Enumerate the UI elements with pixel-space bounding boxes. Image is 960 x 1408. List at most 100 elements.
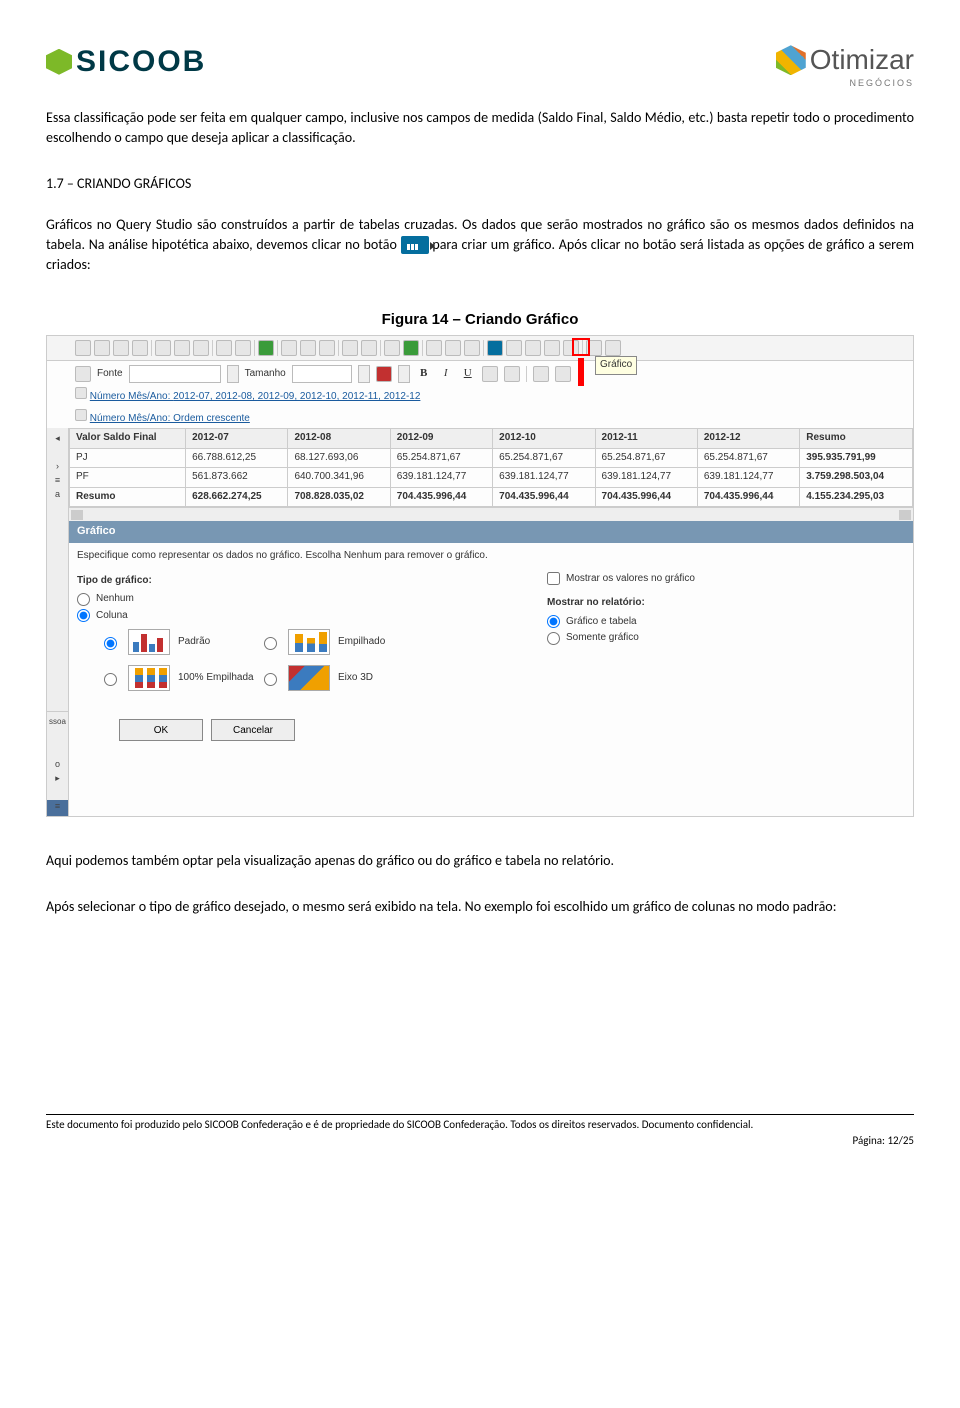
table-cell[interactable]: 639.181.124,77 <box>493 468 595 488</box>
calc-icon[interactable] <box>384 340 400 356</box>
underline-button[interactable]: U <box>460 366 476 382</box>
table-cell[interactable]: 395.935.791,99 <box>800 448 913 468</box>
table-cell[interactable]: 628.662.274,25 <box>186 487 288 507</box>
font-color-icon[interactable] <box>376 366 392 382</box>
table-cell[interactable]: 704.435.996,44 <box>390 487 492 507</box>
toolbar-icon[interactable] <box>403 340 419 356</box>
table-cell[interactable]: 639.181.124,77 <box>697 468 799 488</box>
table-cell[interactable]: PJ <box>70 448 186 468</box>
table-cell[interactable]: Resumo <box>70 487 186 507</box>
col-header[interactable]: Resumo <box>800 429 913 449</box>
filter-icon[interactable] <box>281 340 297 356</box>
radio-column[interactable]: Coluna <box>77 609 457 624</box>
toolbar-icon[interactable] <box>445 340 461 356</box>
table-cell[interactable]: 704.435.996,44 <box>493 487 595 507</box>
toolbar-icon[interactable] <box>94 340 110 356</box>
chart-icon[interactable] <box>487 340 503 356</box>
chart-style-100[interactable]: 100% Empilhada <box>99 665 259 691</box>
footer-text: Este documento foi produzido pelo SICOOB… <box>46 1117 914 1133</box>
toolbar-icon[interactable] <box>525 340 541 356</box>
table-cell[interactable]: 65.254.871,67 <box>493 448 595 468</box>
table-cell[interactable]: 65.254.871,67 <box>390 448 492 468</box>
delete-icon[interactable] <box>193 340 209 356</box>
copy-icon[interactable] <box>174 340 190 356</box>
table-cell[interactable]: PF <box>70 468 186 488</box>
footer-rule <box>46 1114 914 1115</box>
chart-button-icon <box>401 236 429 254</box>
toolbar-icon[interactable] <box>506 340 522 356</box>
italic-button[interactable]: I <box>438 366 454 382</box>
toolbar-icon[interactable] <box>544 340 560 356</box>
radio-none[interactable]: Nenhum <box>77 592 457 607</box>
table-cell[interactable]: 639.181.124,77 <box>595 468 697 488</box>
horizontal-scrollbar[interactable] <box>69 507 913 521</box>
run-icon[interactable] <box>258 340 274 356</box>
chart-style-label: Eixo 3D <box>338 671 373 686</box>
radio-chart-and-table[interactable]: Gráfico e tabela <box>547 615 767 630</box>
fill-icon[interactable] <box>482 366 498 382</box>
toolbar-icon[interactable] <box>605 340 621 356</box>
chart-style-padrao[interactable]: Padrão <box>99 629 259 655</box>
sidebar-lower: ssoao▸≡ OK Cancelar <box>47 711 913 816</box>
col-header[interactable]: 2012-10 <box>493 429 595 449</box>
undo-icon[interactable] <box>216 340 232 356</box>
col-header[interactable]: Valor Saldo Final <box>70 429 186 449</box>
col-header[interactable]: 2012-11 <box>595 429 697 449</box>
chart-thumb-empilhado-icon <box>288 629 330 655</box>
sort-link[interactable]: Número Mês/Ano: Ordem crescente <box>90 413 250 424</box>
size-dropdown-icon[interactable] <box>358 365 370 383</box>
table-cell[interactable]: 4.155.234.295,03 <box>800 487 913 507</box>
show-in-report-label: Mostrar no relatório: <box>547 596 767 611</box>
table-cell[interactable]: 3.759.298.503,04 <box>800 468 913 488</box>
toolbar-icon[interactable] <box>361 340 377 356</box>
filter-link[interactable]: Número Mês/Ano: 2012-07, 2012-08, 2012-0… <box>90 391 421 402</box>
table-cell[interactable]: 640.700.341,96 <box>288 468 390 488</box>
table-cell[interactable]: 704.435.996,44 <box>595 487 697 507</box>
sort-small-icon <box>75 409 87 421</box>
chart-tooltip: Gráfico <box>595 356 637 375</box>
scroll-left-icon[interactable] <box>71 510 83 520</box>
table-cell[interactable]: 65.254.871,67 <box>595 448 697 468</box>
toolbar-icon[interactable] <box>504 366 520 382</box>
table-cell[interactable]: 704.435.996,44 <box>697 487 799 507</box>
font-input[interactable] <box>129 365 221 383</box>
table-cell[interactable]: 639.181.124,77 <box>390 468 492 488</box>
toolbar-icon[interactable] <box>533 366 549 382</box>
redo-icon[interactable] <box>235 340 251 356</box>
toolbar-icon[interactable] <box>426 340 442 356</box>
col-header[interactable]: 2012-08 <box>288 429 390 449</box>
table-cell[interactable]: 65.254.871,67 <box>697 448 799 468</box>
ok-button[interactable]: OK <box>119 719 203 741</box>
bold-button[interactable]: B <box>416 366 432 382</box>
font-dropdown-icon[interactable] <box>227 365 239 383</box>
toolbar-icon[interactable] <box>464 340 480 356</box>
table-cell[interactable]: 66.788.612,25 <box>186 448 288 468</box>
toolbar-icon[interactable] <box>300 340 316 356</box>
table-cell[interactable]: 708.828.035,02 <box>288 487 390 507</box>
checkbox-show-values[interactable]: Mostrar os valores no gráfico <box>547 572 767 587</box>
toolbar-icon[interactable] <box>75 366 91 382</box>
dropdown-icon[interactable] <box>398 365 410 383</box>
col-header[interactable]: 2012-09 <box>390 429 492 449</box>
cut-icon[interactable] <box>155 340 171 356</box>
sicoob-badge-icon <box>46 49 72 75</box>
col-header[interactable]: 2012-12 <box>697 429 799 449</box>
col-header[interactable]: 2012-07 <box>186 429 288 449</box>
chart-style-empilhado[interactable]: Empilhado <box>259 629 419 655</box>
table-cell[interactable]: 68.127.693,06 <box>288 448 390 468</box>
paragraph-after1: Aqui podemos também optar pela visualiza… <box>46 851 914 871</box>
logo-otimizar-text: Otimizar <box>810 44 914 75</box>
toolbar-icon[interactable] <box>555 366 571 382</box>
toolbar-icon[interactable] <box>319 340 335 356</box>
scroll-right-icon[interactable] <box>899 510 911 520</box>
toolbar-icon[interactable] <box>132 340 148 356</box>
toolbar-icon[interactable] <box>75 340 91 356</box>
cancel-button[interactable]: Cancelar <box>211 719 295 741</box>
table-cell[interactable]: 561.873.662 <box>186 468 288 488</box>
toolbar-icon[interactable] <box>113 340 129 356</box>
chart-style-eixo3d[interactable]: Eixo 3D <box>259 665 419 691</box>
size-input[interactable] <box>292 365 352 383</box>
dropdown-icon[interactable] <box>164 609 180 623</box>
sort-icon[interactable] <box>342 340 358 356</box>
radio-chart-only[interactable]: Somente gráfico <box>547 631 767 646</box>
